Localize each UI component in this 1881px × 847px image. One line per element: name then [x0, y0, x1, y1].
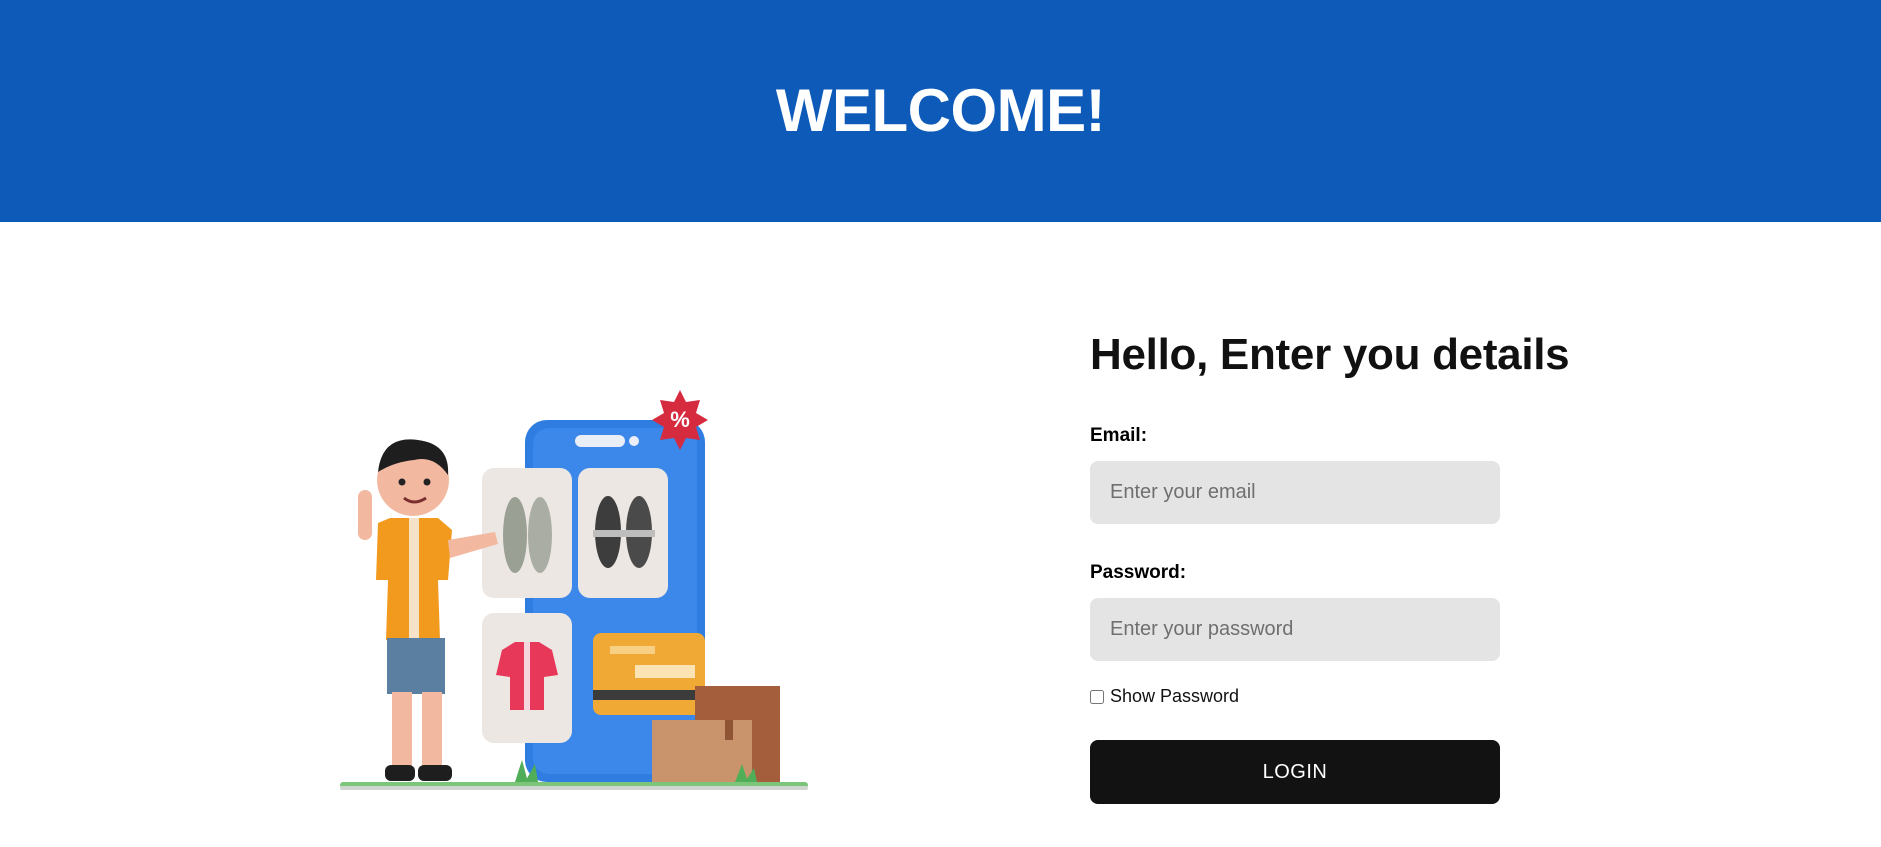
email-label: Email: — [1090, 425, 1148, 446]
header-banner: WELCOME! — [0, 0, 1881, 222]
shopping-illustration-svg: % — [340, 390, 808, 790]
password-field[interactable] — [1090, 598, 1500, 661]
shopping-illustration: % — [330, 380, 820, 800]
form-heading: Hello, Enter you details — [1090, 330, 1570, 379]
show-password-row: Show Password — [1090, 686, 1239, 707]
password-label: Password: — [1090, 562, 1187, 583]
login-form: Hello, Enter you details Email: Password… — [1090, 330, 1570, 804]
sneakers-card-icon — [482, 468, 572, 598]
login-button[interactable]: LOGIN — [1090, 740, 1500, 804]
show-password-label[interactable]: Show Password — [1110, 686, 1239, 707]
parcel-box-small-icon — [652, 720, 752, 782]
email-field[interactable] — [1090, 461, 1500, 524]
discount-badge-text: % — [670, 407, 690, 432]
page-title: WELCOME! — [775, 76, 1106, 144]
show-password-checkbox[interactable] — [1090, 689, 1104, 704]
